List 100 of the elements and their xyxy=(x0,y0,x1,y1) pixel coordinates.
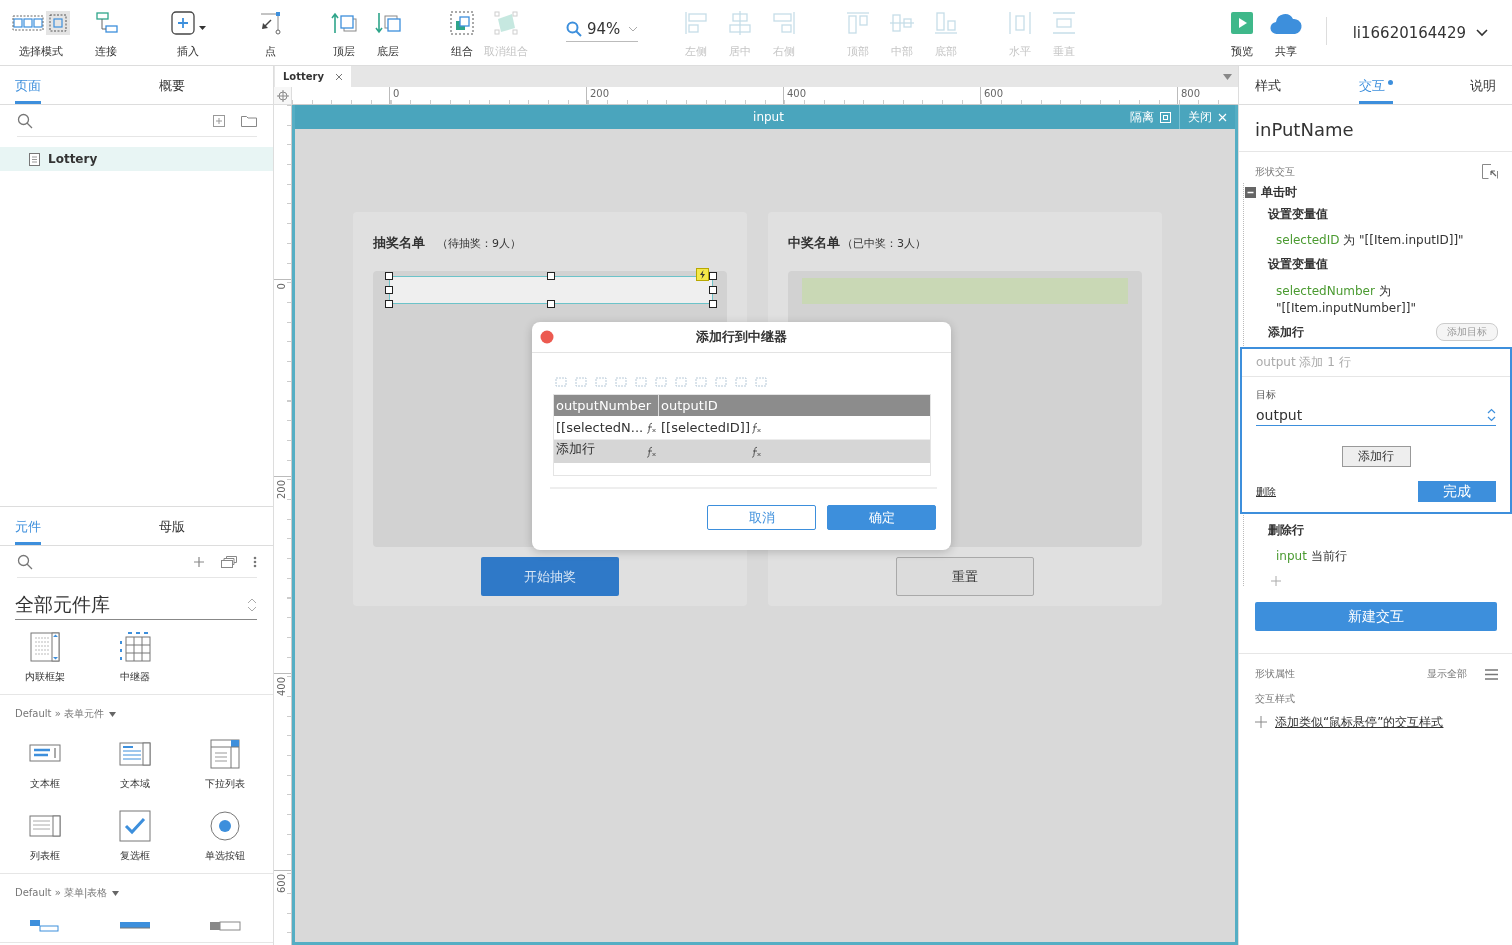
up-down-icon xyxy=(247,597,257,613)
function-icon[interactable] xyxy=(646,421,657,434)
minus-box-icon[interactable] xyxy=(1245,186,1256,198)
action-detail[interactable]: input 当前行 xyxy=(1244,539,1512,569)
ruler-label: 600 xyxy=(984,88,1004,99)
document-tab[interactable]: Lottery xyxy=(275,66,351,87)
toolbar-button[interactable]: 选择模式 xyxy=(12,9,70,59)
ruler-label: 400 xyxy=(276,677,287,697)
toolbar-button[interactable]: 组合 xyxy=(440,9,484,59)
caret-down-icon[interactable] xyxy=(109,711,116,717)
widget-item[interactable]: 复选框 xyxy=(90,809,180,863)
more-icon[interactable] xyxy=(253,555,257,568)
card-title: 中奖名单 xyxy=(788,234,840,252)
widget-item[interactable]: 中继器 xyxy=(90,630,180,684)
chevron-down-icon xyxy=(628,26,638,32)
toolbar-button[interactable]: 顶层 xyxy=(322,9,366,59)
action-title[interactable]: 删除行 xyxy=(1268,521,1304,539)
plus-icon[interactable] xyxy=(1255,716,1267,729)
selected-input-field[interactable] xyxy=(389,276,713,304)
delete-link[interactable]: 删除 xyxy=(1256,484,1276,499)
ruler-label: 600 xyxy=(276,874,287,894)
collapse-icon[interactable] xyxy=(1482,164,1498,179)
search-icon[interactable] xyxy=(17,112,33,129)
close-icon[interactable] xyxy=(540,330,554,344)
user-menu[interactable]: li16620164429 xyxy=(1352,24,1488,42)
align-center-icon xyxy=(726,9,754,37)
widget-item[interactable]: 文本框 xyxy=(0,737,90,791)
panel-tab[interactable]: 概要 xyxy=(159,77,185,104)
checkbox-icon xyxy=(118,809,152,843)
card-button[interactable]: 开始抽奖 xyxy=(481,557,619,596)
widget-item[interactable]: 列表框 xyxy=(0,809,90,863)
toolbar-button[interactable]: 连接 xyxy=(84,9,128,59)
library-select[interactable]: 全部元件库 xyxy=(15,592,257,620)
widget-item[interactable]: 单选按钮 xyxy=(180,809,270,863)
add-page-icon[interactable] xyxy=(213,114,225,127)
action-title[interactable]: 设置变量值 xyxy=(1268,205,1328,223)
align-top-icon xyxy=(844,9,872,37)
element-name: inPutName xyxy=(1239,105,1512,152)
inline-frame-icon xyxy=(28,630,62,664)
add-row-button[interactable]: 添加行 xyxy=(1341,446,1411,468)
plus-icon[interactable] xyxy=(193,555,205,568)
widget-item[interactable]: 下拉列表 xyxy=(180,737,270,791)
caret-down-icon[interactable] xyxy=(1223,73,1232,80)
crosshair-icon[interactable] xyxy=(276,89,289,102)
lightning-badge-icon[interactable] xyxy=(696,268,709,281)
panel-tab[interactable]: 交互 xyxy=(1358,77,1393,104)
function-icon[interactable] xyxy=(751,445,762,458)
ruler-label: 200 xyxy=(590,88,610,99)
action-title[interactable]: 设置变量值 xyxy=(1268,256,1328,274)
duplicate-icon[interactable] xyxy=(221,555,237,568)
distribute-vertical-icon xyxy=(1050,9,1078,37)
toolbar-button[interactable]: 底层 xyxy=(366,9,410,59)
menu-icon[interactable] xyxy=(1485,668,1498,680)
ruler-label: 0 xyxy=(393,88,400,99)
action-detail[interactable]: selectedNumber 为 "[[Item.inputNumber]]" xyxy=(1244,273,1512,320)
widget-item[interactable]: 内联框架 xyxy=(0,630,90,684)
action-detail[interactable]: selectedID 为 "[[Item.inputID]]" xyxy=(1244,223,1512,252)
distribute-horizontal-icon xyxy=(1006,9,1034,37)
function-icon[interactable] xyxy=(646,445,657,458)
close-icon xyxy=(1218,112,1227,122)
ruler-label: 0 xyxy=(276,283,287,290)
panel-tab[interactable]: 元件 xyxy=(15,518,41,545)
group-icon xyxy=(448,9,476,37)
plus-box-icon xyxy=(169,9,207,37)
caret-down-icon[interactable] xyxy=(112,890,120,896)
folder-icon[interactable] xyxy=(241,114,257,127)
widget-item[interactable]: 文本域 xyxy=(90,737,180,791)
toolbar-button[interactable]: 插入 xyxy=(166,9,210,59)
panel-tab[interactable]: 样式 xyxy=(1255,77,1281,104)
table-cell[interactable]: [[selectedN... xyxy=(554,416,659,439)
panel-tab[interactable]: 页面 xyxy=(15,77,41,104)
toolbar-button[interactable]: 预览 xyxy=(1219,9,1264,59)
add-style-link[interactable]: 添加类似“鼠标悬停”的交互样式 xyxy=(1275,713,1444,731)
toolbar-button[interactable]: 共享 xyxy=(1263,9,1308,59)
dot-icon xyxy=(1387,80,1393,85)
count-label: （待抽奖：9人） xyxy=(437,235,521,251)
panel-tab[interactable]: 母版 xyxy=(159,518,185,545)
align-left-icon xyxy=(682,9,710,37)
panel-tab[interactable]: 说明 xyxy=(1470,77,1496,104)
card-button[interactable]: 重置 xyxy=(896,557,1034,596)
section-title[interactable]: Default » 菜单|表格 xyxy=(15,886,108,900)
target-select[interactable]: output xyxy=(1256,404,1496,427)
resize-handle[interactable] xyxy=(547,272,555,280)
table-cell[interactable]: [[selectedID]] xyxy=(659,416,764,439)
resize-handle[interactable] xyxy=(547,300,555,308)
section-label: 形状属性 xyxy=(1255,667,1295,682)
event-title[interactable]: 单击时 xyxy=(1261,183,1297,201)
page-item[interactable]: Lottery xyxy=(0,147,273,171)
dropdown-list-icon xyxy=(208,737,242,771)
plus-icon[interactable] xyxy=(1271,576,1281,587)
page-icon xyxy=(29,152,40,166)
function-icon[interactable] xyxy=(751,421,762,434)
show-all-link[interactable]: 显示全部 xyxy=(1427,667,1467,682)
dialog-button[interactable]: 取消 xyxy=(707,505,816,530)
action-title[interactable]: 添加行 xyxy=(1268,323,1304,341)
section-title[interactable]: Default » 表单元件 xyxy=(15,707,104,721)
toolbar-button[interactable]: 点 xyxy=(248,9,292,59)
search-icon[interactable] xyxy=(17,553,33,570)
close-icon[interactable] xyxy=(335,72,343,81)
zoom-dropdown[interactable]: 94% xyxy=(566,20,638,42)
